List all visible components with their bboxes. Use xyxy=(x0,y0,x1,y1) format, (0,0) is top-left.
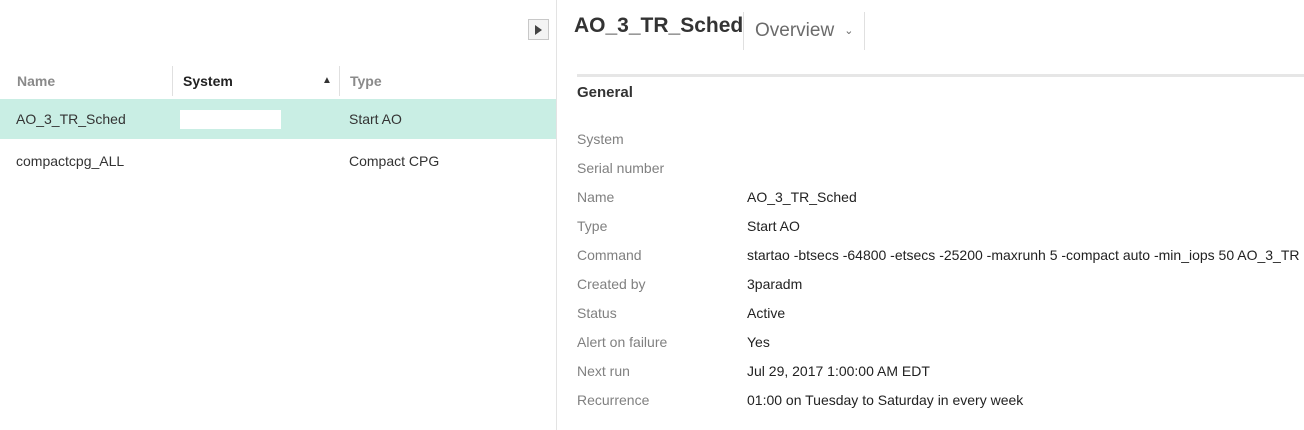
property-value: 3paradm xyxy=(747,276,803,292)
property-label: Name xyxy=(577,189,615,205)
property-value: Yes xyxy=(747,334,770,350)
view-selector[interactable]: Overview ⌄ xyxy=(755,20,853,42)
property-value: Active xyxy=(747,305,786,321)
sort-ascending-icon[interactable]: ▲ xyxy=(322,64,332,98)
column-header-name[interactable]: Name xyxy=(17,64,55,98)
row-type: Compact CPG xyxy=(349,153,440,169)
property-label: Serial number xyxy=(577,160,665,176)
column-header-type[interactable]: Type xyxy=(350,64,382,98)
property-label: Created by xyxy=(577,276,646,292)
section-title-general: General xyxy=(577,84,633,101)
detail-pane: AO_3_TR_Sched Overview ⌄ General System S… xyxy=(557,0,1304,430)
schedule-list-pane: Name System ▲ Type AO_3_TR_Sched Start A… xyxy=(0,0,557,430)
column-header-system[interactable]: System xyxy=(183,64,233,98)
table-row[interactable]: AO_3_TR_Sched Start AO xyxy=(0,99,556,139)
list-table-header: Name System ▲ Type xyxy=(0,64,556,98)
property-status: Status Active xyxy=(577,299,1304,328)
property-type: Type Start AO xyxy=(577,212,1304,241)
property-next-run: Next run Jul 29, 2017 1:00:00 AM EDT xyxy=(577,357,1304,386)
section-divider xyxy=(577,74,1304,77)
property-label: Command xyxy=(577,247,642,263)
property-recurrence: Recurrence 01:00 on Tuesday to Saturday … xyxy=(577,386,1304,415)
property-value: Jul 29, 2017 1:00:00 AM EDT xyxy=(747,363,930,379)
collapse-pane-button[interactable] xyxy=(528,19,549,40)
property-created-by: Created by 3paradm xyxy=(577,270,1304,299)
table-row[interactable]: compactcpg_ALL Compact CPG xyxy=(0,141,556,181)
column-divider xyxy=(339,66,340,96)
property-label: Alert on failure xyxy=(577,334,668,350)
chevron-down-icon: ⌄ xyxy=(844,25,854,37)
property-label: Status xyxy=(577,305,617,321)
property-value: Start AO xyxy=(747,218,800,234)
collapse-pane-icon xyxy=(535,24,542,35)
property-label: Type xyxy=(577,218,608,234)
page-title: AO_3_TR_Sched xyxy=(574,14,744,37)
row-name: compactcpg_ALL xyxy=(16,153,125,169)
column-divider xyxy=(172,66,173,96)
title-divider xyxy=(743,12,744,50)
property-label: Next run xyxy=(577,363,630,379)
property-system: System xyxy=(577,125,1304,154)
property-value: startao -btsecs -64800 -etsecs -25200 -m… xyxy=(747,247,1300,263)
redacted-field xyxy=(180,110,281,129)
property-name: Name AO_3_TR_Sched xyxy=(577,183,1304,212)
property-command: Command startao -btsecs -64800 -etsecs -… xyxy=(577,241,1304,270)
property-label: System xyxy=(577,131,624,147)
row-name: AO_3_TR_Sched xyxy=(16,111,126,127)
row-type: Start AO xyxy=(349,111,402,127)
property-value: 01:00 on Tuesday to Saturday in every we… xyxy=(747,392,1024,408)
property-serial-number: Serial number xyxy=(577,154,1304,183)
view-selector-label: Overview xyxy=(755,20,835,41)
title-divider xyxy=(864,12,865,50)
property-alert-on-failure: Alert on failure Yes xyxy=(577,328,1304,357)
property-value: AO_3_TR_Sched xyxy=(747,189,857,205)
property-label: Recurrence xyxy=(577,392,650,408)
